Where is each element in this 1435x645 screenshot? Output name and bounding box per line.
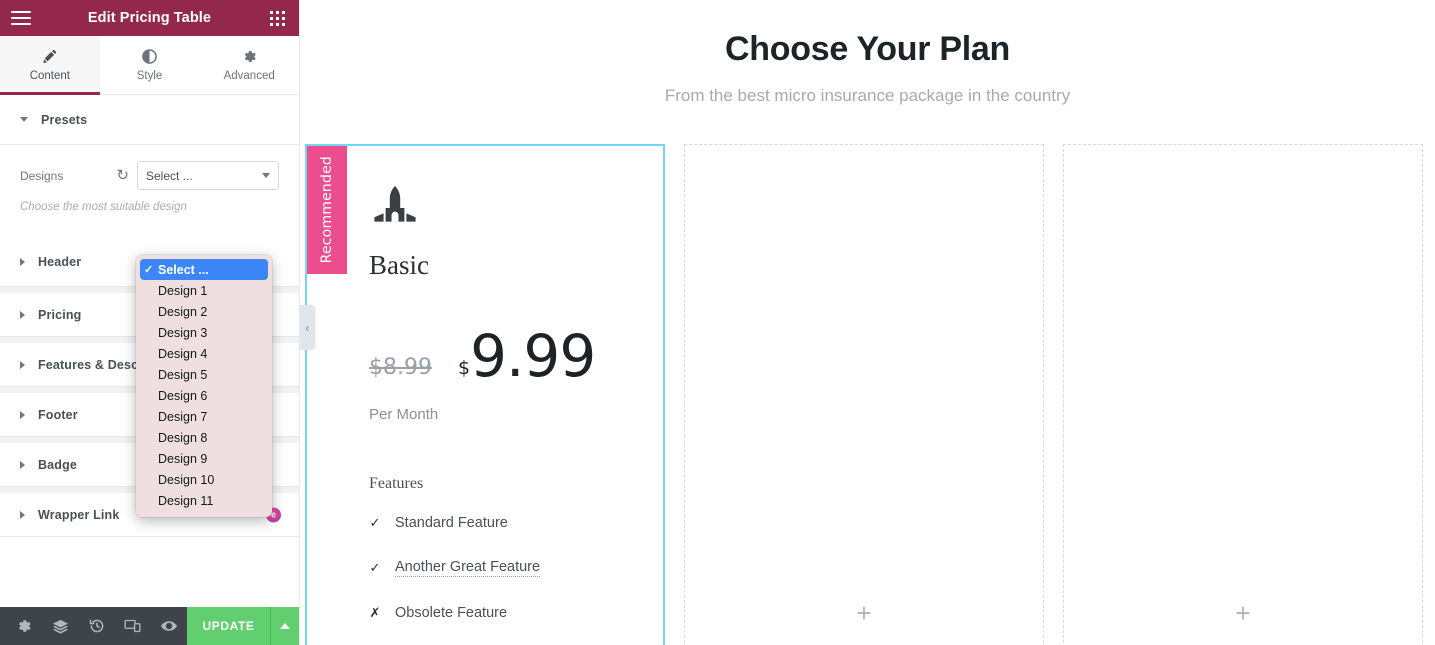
chevron-right-icon (20, 257, 25, 266)
section-presets-label: Presets (41, 112, 88, 127)
hamburger-icon[interactable] (3, 0, 39, 36)
section-badge-label: Badge (38, 457, 77, 472)
dropdown-option-design-10[interactable]: ✓ Design 10 (136, 469, 272, 490)
plus-icon[interactable]: + (1235, 600, 1250, 626)
dropdown-option-design-5[interactable]: ✓ Design 5 (136, 364, 272, 385)
section-presets[interactable]: Presets (0, 95, 299, 145)
panel-tabs: Content Style Advanced (0, 36, 300, 95)
chevron-down-icon (20, 117, 28, 122)
price-row: $8.99 $ 9.99 (369, 322, 663, 390)
panel-footer-toolbar: UPDATE (0, 607, 300, 645)
currency-symbol: $ (457, 357, 471, 379)
dropdown-option-design-6[interactable]: ✓ Design 6 (136, 385, 272, 406)
tab-style-label: Style (136, 69, 163, 82)
dropdown-option-design-2[interactable]: ✓ Design 2 (136, 301, 272, 322)
empty-column-1[interactable]: + (684, 144, 1044, 645)
layers-icon[interactable] (42, 607, 78, 645)
feature-label: Another Great Feature (395, 559, 541, 578)
chevron-right-icon (20, 410, 25, 419)
preview-canvas: Choose Your Plan From the best micro ins… (300, 0, 1435, 645)
check-icon: ✓ (369, 560, 381, 576)
caret-up-icon (280, 623, 291, 629)
gear-icon (242, 49, 257, 65)
chevron-right-icon (20, 360, 25, 369)
designs-select-value: Select ... (146, 168, 193, 183)
tab-content[interactable]: Content (0, 36, 100, 95)
check-icon: ✓ (369, 515, 381, 531)
section-pricing-label: Pricing (38, 307, 82, 322)
update-options-button[interactable] (270, 607, 300, 645)
dropdown-option-design-1[interactable]: ✓ Design 1 (136, 280, 272, 301)
designs-select[interactable]: Select ... (137, 161, 279, 190)
plan-name: Basic (369, 250, 429, 280)
chevron-right-icon (20, 510, 25, 519)
empty-column-2[interactable]: + (1063, 144, 1423, 645)
cross-icon: ✗ (369, 605, 381, 621)
dropdown-option-design-11[interactable]: ✓ Design 11 (136, 490, 272, 511)
section-features-description-label: Features & Desc (38, 357, 139, 372)
feature-label: Obsolete Feature (395, 605, 508, 622)
section-header-label: Header (38, 254, 82, 269)
pricing-card-body: Basic $8.99 $ 9.99 Per Month Features ✓ … (307, 146, 663, 645)
panel-header: Edit Pricing Table (0, 0, 299, 36)
refresh-icon[interactable]: ↻ (116, 168, 129, 183)
pricing-column-basic[interactable]: Recommended Basic $8.99 $ 9.99 Per Month… (305, 144, 665, 645)
update-button-group: UPDATE (187, 607, 300, 645)
page-title: Choose Your Plan (725, 30, 1010, 68)
grid-dots-icon[interactable] (259, 0, 295, 36)
panel-collapse-handle[interactable]: ‹ (300, 305, 315, 350)
dropdown-option-design-3[interactable]: ✓ Design 3 (136, 322, 272, 343)
chevron-right-icon (20, 460, 25, 469)
canvas-inner: Choose Your Plan From the best micro ins… (300, 0, 1435, 645)
feature-item[interactable]: ✓ Another Great Feature (369, 559, 663, 578)
designs-control-row: Designs ↻ Select ... (20, 161, 279, 190)
panel-body: Presets Designs ↻ Select ... Choose the … (0, 95, 299, 607)
current-price: $ 9.99 (457, 322, 596, 390)
features-title: Features (369, 475, 424, 493)
recommended-badge: Recommended (307, 146, 347, 274)
section-footer-label: Footer (38, 407, 78, 422)
chevron-right-icon (20, 310, 25, 319)
recommended-badge-label: Recommended (319, 156, 335, 264)
section-wrapper-link-label: Wrapper Link (38, 507, 120, 522)
responsive-icon[interactable] (115, 607, 151, 645)
panel-title: Edit Pricing Table (87, 10, 212, 26)
chevron-down-icon (262, 173, 270, 178)
contrast-icon (142, 49, 157, 65)
tab-content-label: Content (29, 69, 70, 82)
editor-panel: Edit Pricing Table Content Style Advance… (0, 0, 300, 645)
designs-label: Designs (20, 168, 64, 183)
feature-item: ✗ Obsolete Feature (369, 605, 663, 621)
original-price: $8.99 (369, 355, 432, 380)
dropdown-option-design-8[interactable]: ✓ Design 8 (136, 427, 272, 448)
pencil-icon (42, 49, 57, 65)
eye-icon[interactable] (151, 607, 187, 645)
price-period: Per Month (369, 406, 439, 424)
tab-advanced-label: Advanced (223, 69, 275, 82)
settings-icon[interactable] (6, 607, 42, 645)
feature-label: Standard Feature (395, 515, 508, 532)
pricing-columns: Recommended Basic $8.99 $ 9.99 Per Month… (300, 144, 1435, 645)
dropdown-option-design-7[interactable]: ✓ Design 7 (136, 406, 272, 427)
tab-style[interactable]: Style (99, 36, 200, 94)
plus-icon[interactable]: + (856, 600, 871, 626)
editor-root: Edit Pricing Table Content Style Advance… (0, 0, 1435, 645)
tab-advanced[interactable]: Advanced (199, 36, 300, 94)
price-value: 9.99 (470, 322, 596, 390)
designs-hint: Choose the most suitable design (20, 201, 187, 213)
designs-dropdown-menu[interactable]: ✓ Select ... ✓ Design 1 ✓ Design 2 ✓ Des… (136, 255, 272, 517)
page-subtitle: From the best micro insurance package in… (664, 86, 1071, 105)
feature-list: ✓ Standard Feature ✓ Another Great Featu… (369, 515, 663, 645)
dropdown-option-select[interactable]: ✓ Select ... (140, 259, 268, 280)
dropdown-option-design-9[interactable]: ✓ Design 9 (136, 448, 272, 469)
check-icon: ✓ (144, 264, 154, 276)
dropdown-option-design-4[interactable]: ✓ Design 4 (136, 343, 272, 364)
feature-item: ✓ Standard Feature (369, 515, 663, 531)
history-icon[interactable] (78, 607, 114, 645)
rocket-icon (369, 186, 663, 237)
presets-panel: Designs ↻ Select ... Choose the most sui… (0, 145, 299, 238)
update-button[interactable]: UPDATE (187, 607, 271, 645)
